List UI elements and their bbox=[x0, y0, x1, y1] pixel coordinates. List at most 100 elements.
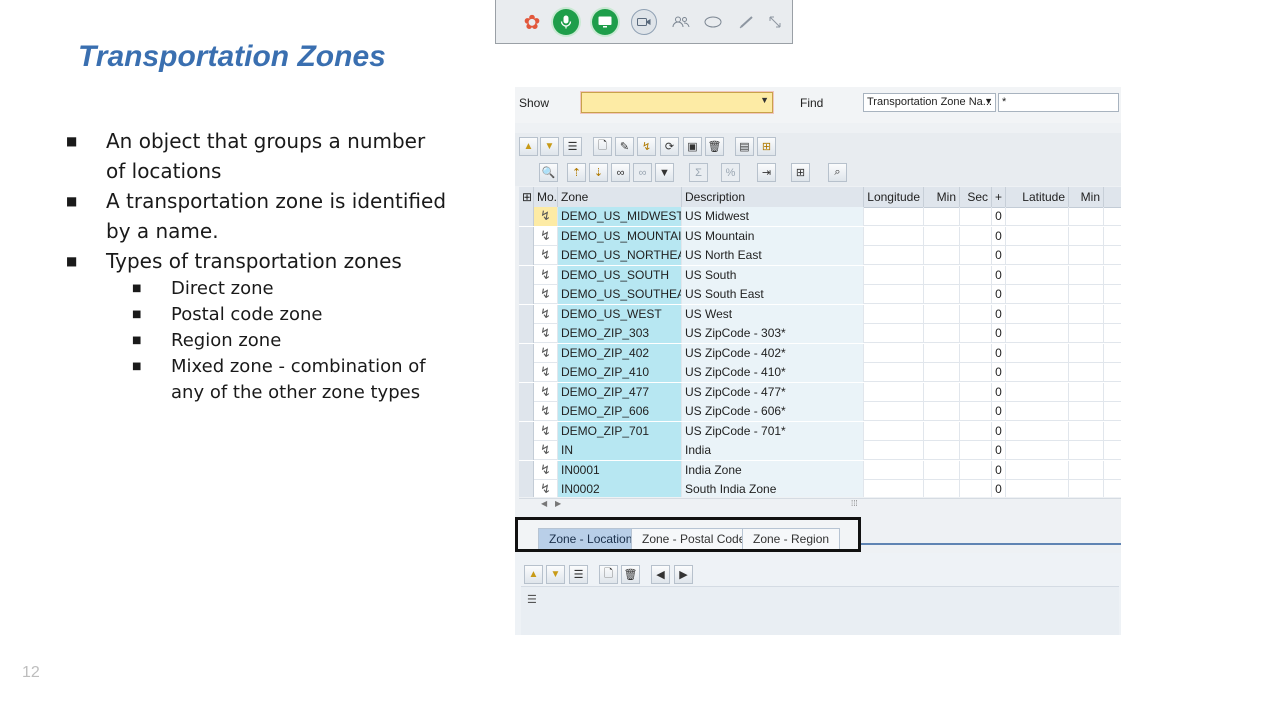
tab-zone-postal-code[interactable]: Zone - Postal Code bbox=[631, 528, 757, 549]
find-binoculars-icon[interactable]: ∞ bbox=[611, 163, 630, 182]
min-cell[interactable] bbox=[924, 382, 960, 402]
row-selector[interactable] bbox=[519, 421, 534, 441]
new-document-icon[interactable]: 🗋 bbox=[599, 565, 618, 584]
row-selector[interactable] bbox=[519, 363, 534, 382]
table-row[interactable]: ↯ DEMO_ZIP_606 US ZipCode - 606* 0 bbox=[519, 402, 1121, 421]
sec-cell[interactable] bbox=[960, 304, 992, 324]
longitude-cell[interactable] bbox=[864, 246, 924, 265]
col-plus[interactable]: + bbox=[992, 187, 1006, 207]
longitude-cell[interactable] bbox=[864, 363, 924, 382]
plus-cell[interactable]: 0 bbox=[992, 343, 1006, 363]
tab-zone-location[interactable]: Zone - Location bbox=[538, 528, 644, 549]
layout-icon[interactable]: ⊞ bbox=[791, 163, 810, 182]
sec-cell[interactable] bbox=[960, 226, 992, 246]
min-2-cell[interactable] bbox=[1069, 285, 1104, 304]
min-2-cell[interactable] bbox=[1069, 304, 1104, 324]
sec-cell[interactable] bbox=[960, 382, 992, 402]
min-2-cell[interactable] bbox=[1069, 382, 1104, 402]
col-min[interactable]: Min bbox=[924, 187, 960, 207]
table-row[interactable]: ↯ DEMO_ZIP_410 US ZipCode - 410* 0 bbox=[519, 363, 1121, 382]
zone-cell[interactable]: DEMO_ZIP_402 bbox=[558, 343, 682, 363]
zone-cell[interactable]: DEMO_ZIP_701 bbox=[558, 421, 682, 441]
table-row[interactable]: ↯ DEMO_US_SOUTH US South 0 bbox=[519, 265, 1121, 285]
plus-cell[interactable]: 0 bbox=[992, 363, 1006, 382]
longitude-cell[interactable] bbox=[864, 382, 924, 402]
min-2-cell[interactable] bbox=[1069, 441, 1104, 460]
row-selector[interactable] bbox=[519, 285, 534, 304]
longitude-cell[interactable] bbox=[864, 304, 924, 324]
description-cell[interactable]: US ZipCode - 303* bbox=[682, 324, 864, 343]
description-cell[interactable]: US South East bbox=[682, 285, 864, 304]
row-selector[interactable] bbox=[519, 207, 534, 226]
row-selector[interactable] bbox=[519, 246, 534, 265]
min-2-cell[interactable] bbox=[1069, 402, 1104, 421]
min-cell[interactable] bbox=[924, 402, 960, 421]
zone-cell[interactable]: DEMO_ZIP_303 bbox=[558, 324, 682, 343]
min-cell[interactable] bbox=[924, 441, 960, 460]
min-cell[interactable] bbox=[924, 265, 960, 285]
min-2-cell[interactable] bbox=[1069, 226, 1104, 246]
camera-icon[interactable] bbox=[631, 9, 657, 35]
plus-cell[interactable]: 0 bbox=[992, 460, 1006, 480]
delete-icon[interactable]: 🗑 bbox=[621, 565, 640, 584]
description-cell[interactable]: US Mountain bbox=[682, 226, 864, 246]
min-cell[interactable] bbox=[924, 226, 960, 246]
description-cell[interactable]: US Midwest bbox=[682, 207, 864, 226]
horizontal-scrollbar[interactable]: ◀ ▶ ⁞⁞⁞ bbox=[519, 498, 1121, 513]
calculator-icon[interactable]: ▤ bbox=[735, 137, 754, 156]
move-down-icon[interactable]: ▼ bbox=[546, 565, 565, 584]
longitude-cell[interactable] bbox=[864, 285, 924, 304]
plus-cell[interactable]: 0 bbox=[992, 265, 1006, 285]
row-selector[interactable] bbox=[519, 382, 534, 402]
zone-cell[interactable]: IN bbox=[558, 441, 682, 460]
select-all-icon[interactable]: ⊞ bbox=[519, 187, 534, 207]
min-2-cell[interactable] bbox=[1069, 265, 1104, 285]
table-row[interactable]: ↯DEMO_US_NORTHEASTUS North East 0 bbox=[519, 246, 1121, 265]
plus-cell[interactable]: 0 bbox=[992, 480, 1006, 497]
plus-cell[interactable]: 0 bbox=[992, 304, 1006, 324]
plus-cell[interactable]: 0 bbox=[992, 226, 1006, 246]
table-settings-icon[interactable]: ☰ bbox=[527, 593, 537, 606]
zone-cell[interactable]: DEMO_US_WEST bbox=[558, 304, 682, 324]
sec-cell[interactable] bbox=[960, 246, 992, 265]
chat-icon[interactable] bbox=[700, 9, 726, 35]
min-cell[interactable] bbox=[924, 304, 960, 324]
latitude-cell[interactable] bbox=[1006, 304, 1069, 324]
latitude-cell[interactable] bbox=[1006, 460, 1069, 480]
table-row[interactable]: ↯ DEMO_US_MOUNTAIN US Mountain 0 bbox=[519, 226, 1121, 246]
latitude-cell[interactable] bbox=[1006, 285, 1069, 304]
min-cell[interactable] bbox=[924, 246, 960, 265]
zone-cell[interactable]: DEMO_US_MOUNTAIN bbox=[558, 226, 682, 246]
expand-icon[interactable] bbox=[762, 9, 788, 35]
sec-cell[interactable] bbox=[960, 480, 992, 497]
zone-cell[interactable]: DEMO_US_MIDWEST bbox=[558, 207, 682, 226]
annotate-pen-icon[interactable] bbox=[734, 9, 760, 35]
longitude-cell[interactable] bbox=[864, 460, 924, 480]
zone-cell[interactable]: DEMO_US_SOUTHEAST bbox=[558, 285, 682, 304]
row-selector[interactable] bbox=[519, 304, 534, 324]
longitude-cell[interactable] bbox=[864, 421, 924, 441]
latitude-cell[interactable] bbox=[1006, 246, 1069, 265]
min-2-cell[interactable] bbox=[1069, 460, 1104, 480]
zone-cell[interactable]: IN0002 bbox=[558, 480, 682, 497]
row-selector[interactable] bbox=[519, 480, 534, 497]
move-up-icon[interactable]: ▲ bbox=[519, 137, 538, 156]
sort-descending-icon[interactable]: ⇣ bbox=[589, 163, 608, 182]
min-cell[interactable] bbox=[924, 343, 960, 363]
min-2-cell[interactable] bbox=[1069, 343, 1104, 363]
description-cell[interactable]: US ZipCode - 606* bbox=[682, 402, 864, 421]
longitude-cell[interactable] bbox=[864, 324, 924, 343]
description-cell[interactable]: US ZipCode - 402* bbox=[682, 343, 864, 363]
sec-cell[interactable] bbox=[960, 324, 992, 343]
longitude-cell[interactable] bbox=[864, 402, 924, 421]
filter-icon[interactable]: ▼ bbox=[655, 163, 674, 182]
tab-zone-region[interactable]: Zone - Region bbox=[742, 528, 841, 549]
row-selector[interactable] bbox=[519, 265, 534, 285]
plus-cell[interactable]: 0 bbox=[992, 441, 1006, 460]
zone-cell[interactable]: DEMO_ZIP_477 bbox=[558, 382, 682, 402]
description-cell[interactable]: US South bbox=[682, 265, 864, 285]
description-cell[interactable]: US ZipCode - 701* bbox=[682, 421, 864, 441]
table-row[interactable]: ↯DEMO_US_SOUTHEASTUS South East 0 bbox=[519, 285, 1121, 304]
min-cell[interactable] bbox=[924, 285, 960, 304]
col-latitude[interactable]: Latitude bbox=[1006, 187, 1069, 207]
